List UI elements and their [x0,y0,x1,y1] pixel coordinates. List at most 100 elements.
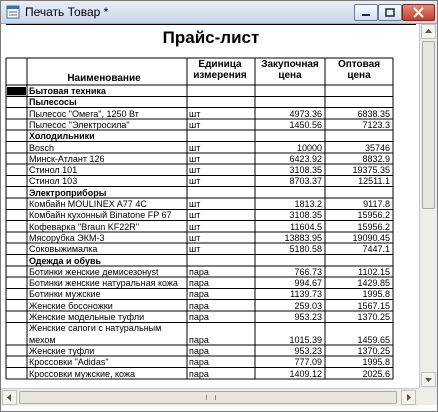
wholesale-price-cell: 12511.1 [358,176,390,187]
product-name: Bosch [29,142,55,153]
print-window: Печать Товар * Прайс-лист Наименование Е… [0,0,438,412]
group-label: Бытовая техника [29,86,106,96]
product-name: Кроссовки мужские, кожа [29,368,135,379]
unit-cell: шт [189,199,201,209]
purchase-price-cell: 11604.5 [290,221,322,232]
product-name: Ботинки женские натуральная кожа [29,278,178,289]
wholesale-price-cell: 35746 [364,142,390,153]
unit-cell: пара [189,345,209,356]
unit-cell: пара [189,368,209,379]
wholesale-price-cell: 1995.8 [362,357,390,368]
purchase-price-cell: 1450.56 [289,119,322,130]
close-icon [413,7,424,18]
title-bar[interactable]: Печать Товар * [1,1,437,24]
purchase-price-cell: 1015.39 [289,334,322,345]
column-header-name: Наименование [67,73,141,84]
maximize-button[interactable] [378,4,402,21]
unit-cell: шт [189,244,201,255]
restore-icon [385,8,395,17]
purchase-price-cell: 1409.12 [289,368,322,379]
purchase-price-cell: 1813.2 [294,199,322,209]
wholesale-price-cell: 9117.8 [363,199,390,209]
wholesale-price-cell: 15956.2 [357,221,390,232]
scroll-left-button[interactable] [2,390,17,405]
scroll-down-button[interactable] [421,372,436,387]
unit-cell: шт [189,165,201,176]
arrow-up-icon [425,29,432,33]
product-name: Женские модельные туфли [29,312,145,322]
wholesale-price-cell: 8832.9 [362,153,390,164]
purchase-price-cell: 777.09 [294,357,322,368]
group-label: Электроприборы [29,187,107,198]
scrollbar-corner [419,388,437,405]
product-name: Минск-Атлант 126 [29,153,105,164]
product-name: Кроссовки "Adidas" [29,357,109,368]
product-name: Женские сапоги с натуральным [29,323,162,334]
unit-cell: пара [189,357,209,368]
unit-cell: пара [189,266,209,277]
arrow-down-icon [425,378,432,382]
purchase-price-cell: 766.73 [294,266,322,277]
unit-cell: пара [189,300,209,311]
unit-cell: пара [189,312,209,322]
wholesale-price-cell: 6838.35 [357,108,390,119]
unit-cell: шт [189,210,201,221]
unit-cell: пара [189,278,209,289]
product-name: Ботинки женские демисезонуst [29,266,159,277]
current-record-marker [7,87,26,96]
vertical-scroll-thumb[interactable] [422,41,435,209]
scroll-up-button[interactable] [421,24,436,39]
scroll-right-button[interactable] [401,390,416,405]
purchase-price-cell: 8703.37 [289,176,322,187]
wholesale-price-cell: 1995.8 [362,289,390,300]
wholesale-price-cell: 15956.2 [357,210,390,221]
product-name: Мясорубка ЭКМ-3 [29,232,105,243]
product-name: Пылесос "Омега", 1250 Вт [29,108,139,119]
wholesale-price-cell: 19090.45 [352,232,390,243]
product-name: Стинол 101 [29,165,78,176]
wholesale-price-cell: 1567.15 [357,300,390,311]
wholesale-price-cell: 1459.65 [357,334,390,345]
vertical-scrollbar[interactable] [419,24,437,388]
unit-cell: шт [189,119,201,130]
arrow-right-icon [407,394,411,401]
report-app-icon [6,5,20,19]
purchase-price-cell: 259.03 [294,300,322,311]
group-label: Одежда и обувь [29,255,102,266]
minimize-icon [362,14,370,16]
unit-cell: шт [189,176,201,187]
window-title: Печать Товар * [25,5,109,19]
unit-cell: шт [189,221,201,232]
purchase-price-cell: 10000 [296,142,322,153]
horizontal-scroll-thumb[interactable] [19,391,397,404]
unit-cell: пара [189,334,209,345]
wholesale-price-cell: 1370.25 [357,312,390,322]
wholesale-price-cell: 1429.85 [357,278,390,289]
wholesale-price-cell: 7447.1 [362,244,390,255]
close-button[interactable] [402,4,435,21]
product-name: Пылесос "Электросила" [29,119,130,130]
purchase-price-cell: 994.67 [294,278,322,289]
wholesale-price-cell: 19375.35 [352,165,390,176]
column-header-wholesale-price: Оптовая цена [337,59,381,81]
wholesale-price-cell: 1102.15 [358,266,390,277]
wholesale-price-cell: 2025.6 [362,368,390,379]
minimize-button[interactable] [354,4,378,21]
purchase-price-cell: 953.23 [294,345,322,356]
product-name-continued: мехом [29,334,56,345]
purchase-price-cell: 1139.73 [290,289,322,300]
purchase-price-cell: 3108.35 [289,165,322,176]
column-header-purchase-price: Закупочная цена [261,59,319,81]
purchase-price-cell: 3108.35 [289,210,322,221]
product-name: Соковыжималка [29,244,98,255]
horizontal-scrollbar[interactable] [1,388,419,406]
product-name: Комбайн MOULINEX A77 4C [29,199,147,209]
unit-cell: шт [189,153,201,164]
purchase-price-cell: 13883.95 [284,232,322,243]
purchase-price-cell: 6423.92 [289,153,322,164]
group-label: Пылесосы [29,97,77,108]
product-name: Комбайн кухонный Binatone FP 67 [29,210,172,221]
unit-cell: шт [189,108,201,119]
wholesale-price-cell: 7123.3 [362,119,390,130]
product-name: Стинол 103 [29,176,78,187]
